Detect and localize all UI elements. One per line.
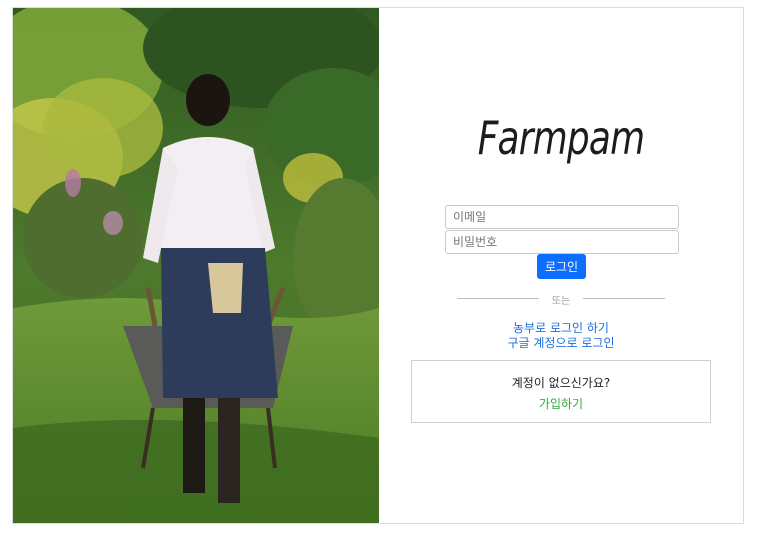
login-page: Farmpam 로그인 또는 농부로 로그인 하기 구글 계정으로 로그인 계정… (12, 7, 744, 524)
signup-box: 계정이 없으신가요? 가입하기 (411, 360, 711, 423)
email-input[interactable] (445, 205, 679, 229)
or-label: 또는 (551, 296, 571, 307)
signup-link[interactable]: 가입하기 (412, 395, 710, 412)
login-panel: Farmpam 로그인 또는 농부로 로그인 하기 구글 계정으로 로그인 계정… (379, 8, 743, 523)
signup-question: 계정이 없으신가요? (511, 376, 611, 390)
google-login-link[interactable]: 구글 계정으로 로그인 (379, 334, 743, 351)
divider-right (583, 298, 665, 299)
login-button[interactable]: 로그인 (537, 254, 586, 279)
divider-left (457, 298, 539, 299)
brand-logo: Farmpam (477, 111, 645, 165)
password-input[interactable] (445, 230, 679, 254)
hero-image (13, 8, 379, 523)
